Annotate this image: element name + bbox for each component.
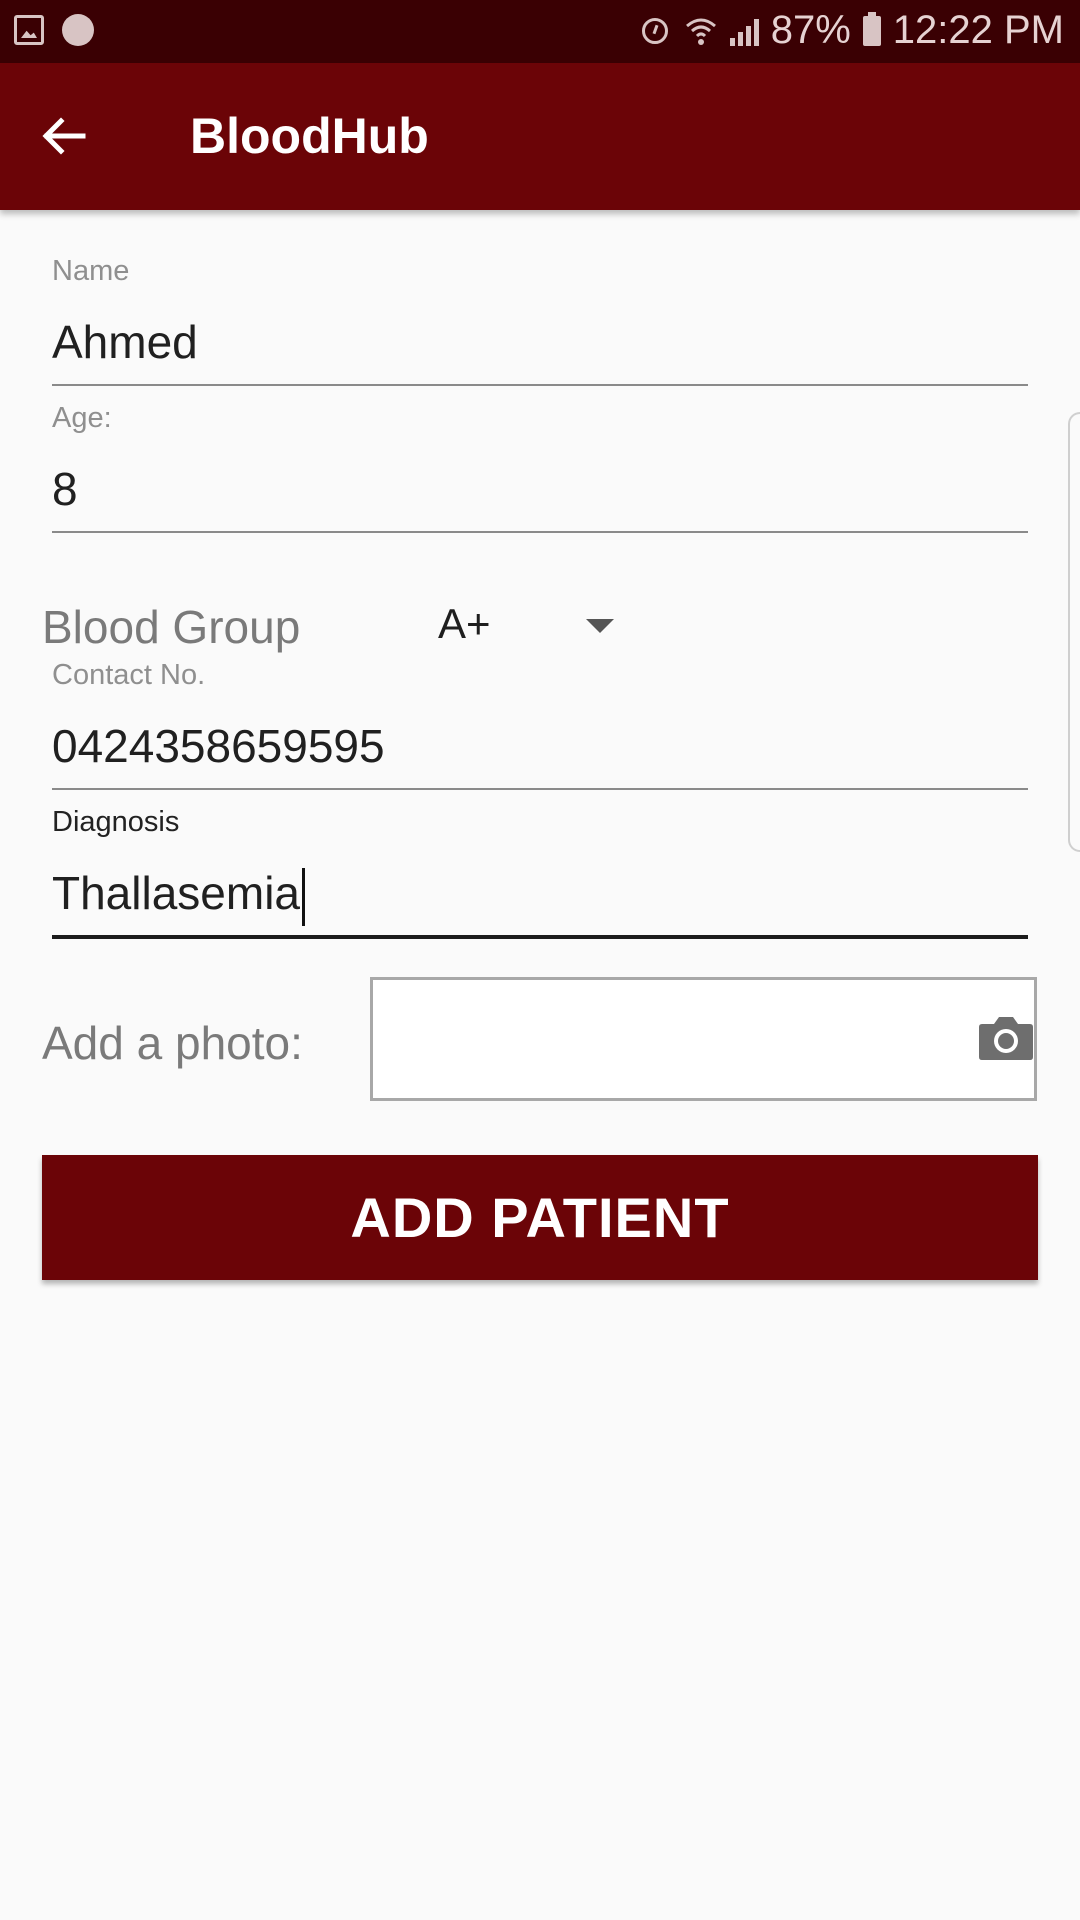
text-cursor (302, 867, 305, 926)
age-input[interactable]: 8 (52, 461, 1028, 517)
diagnosis-field[interactable]: Diagnosis Thallasemia (52, 806, 1028, 939)
diagnosis-label: Diagnosis (52, 806, 180, 838)
circle-icon (62, 14, 94, 46)
status-time: 12:22 PM (892, 8, 1064, 52)
arrow-back-icon (42, 117, 86, 155)
photo-label: Add a photo: (42, 1017, 303, 1069)
battery-percent: 87% (770, 8, 851, 52)
back-button[interactable] (28, 101, 98, 171)
dropdown-arrow-icon[interactable] (586, 619, 614, 633)
blood-group-value: A+ (438, 600, 491, 647)
diagnosis-underline (52, 935, 1028, 939)
name-underline (52, 384, 1028, 386)
signal-icon (729, 16, 759, 46)
name-label: Name (52, 255, 130, 287)
age-label: Age: (52, 402, 112, 434)
name-field[interactable]: Name Ahmed (52, 255, 1028, 386)
add-patient-button[interactable]: ADD PATIENT (42, 1155, 1038, 1280)
edge-panel-handle[interactable] (1068, 412, 1080, 852)
diagnosis-value: Thallasemia (52, 867, 300, 919)
add-patient-screen: 87% 12:22 PM BloodHub Name Ahmed Age: 8 … (0, 0, 1080, 1920)
wifi-icon (684, 14, 718, 48)
name-input[interactable]: Ahmed (52, 314, 1028, 370)
app-title: BloodHub (190, 108, 429, 164)
contact-label: Contact No. (52, 659, 206, 691)
status-bar-right: 87% 12:22 PM (638, 8, 1064, 53)
age-underline (52, 531, 1028, 533)
alarm-icon (638, 14, 672, 48)
age-field[interactable]: Age: 8 (52, 402, 1028, 533)
app-bar: BloodHub (0, 63, 1080, 210)
contact-underline (52, 788, 1028, 790)
status-bar-left (14, 14, 94, 46)
battery-icon (862, 11, 881, 46)
contact-field[interactable]: Contact No. 0424358659595 (52, 659, 1028, 790)
contact-input[interactable]: 0424358659595 (52, 718, 1028, 774)
blood-group-label: Blood Group (42, 601, 301, 653)
photo-picker[interactable] (370, 977, 1037, 1101)
status-bar: 87% 12:22 PM (0, 0, 1080, 63)
gallery-icon (14, 15, 44, 45)
camera-icon[interactable] (978, 1014, 1034, 1060)
diagnosis-input[interactable]: Thallasemia (52, 865, 1028, 926)
